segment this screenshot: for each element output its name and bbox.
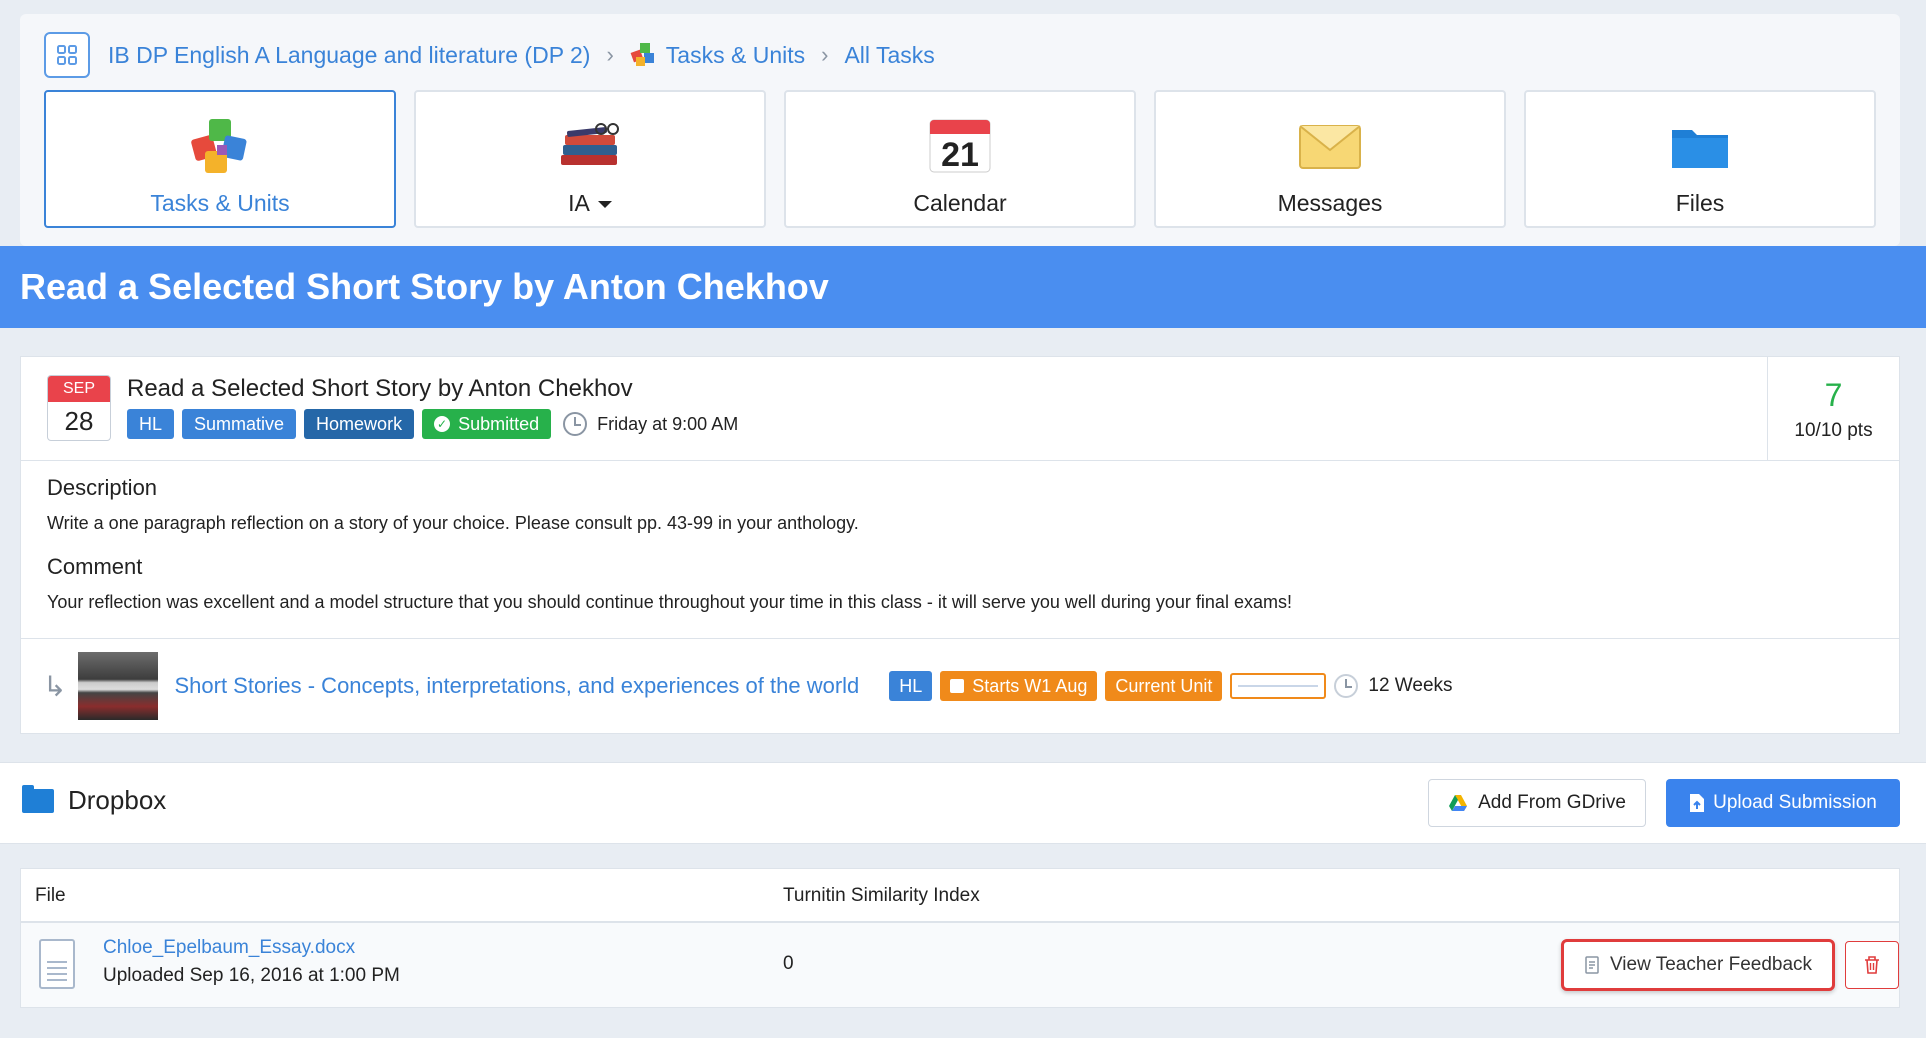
folder-icon [1672,130,1728,168]
check-circle-icon: ✓ [434,416,451,432]
score-points: 10/10 pts [1794,420,1873,441]
chevron-right-icon: › [606,42,614,67]
tile-ia[interactable]: IA [414,90,766,228]
course-nav-tiles: Tasks & Units IA 21 Calendar Messages Fi… [44,90,1876,228]
dropbox-table: File Turnitin Similarity Index Chloe_Epe… [20,868,1900,1008]
tag-submitted-label: Submitted [458,414,540,434]
unit-duration-text: 12 Weeks [1368,675,1453,696]
tile-tasks-units[interactable]: Tasks & Units [44,90,396,228]
tile-files[interactable]: Files [1524,90,1876,228]
task-header: SEP 28 Read a Selected Short Story by An… [21,357,1899,461]
upload-submission-button[interactable]: Upload Submission [1666,779,1900,827]
tile-label: Tasks & Units [150,190,290,216]
caret-down-icon [597,201,612,209]
puzzle-icon [630,43,654,66]
tile-label: Files [1675,190,1725,216]
due-day: 28 [64,406,94,436]
trash-icon [1865,956,1879,974]
tile-calendar[interactable]: 21 Calendar [784,90,1136,228]
tag-summative: Summative [182,409,297,439]
grid-icon [57,45,77,65]
feedback-label: View Teacher Feedback [1609,954,1813,975]
calendar-day: 21 [941,136,979,174]
feedback-doc-icon [1585,956,1599,974]
task-card: SEP 28 Read a Selected Short Story by An… [20,356,1900,734]
description-text: Write a one paragraph reflection on a st… [47,513,859,533]
clock-icon [563,412,588,436]
dropbox-title: Dropbox [68,785,167,815]
folder-icon [22,784,54,813]
tag-homework: Homework [304,409,415,439]
breadcrumb-section[interactable]: Tasks & Units [666,42,805,69]
breadcrumb-course[interactable]: IB DP English A Language and literature … [108,42,590,69]
unit-row: ↳ Short Stories - Concepts, interpretati… [21,639,1899,733]
description-heading: Description [47,475,158,500]
score-value: 7 [1824,377,1843,413]
unit-duration: 12 Weeks [1334,674,1453,698]
column-file: File [35,885,66,906]
unit-start-label: Starts W1 Aug [972,676,1088,696]
unit-thumbnail [78,652,159,720]
tile-label: Messages [1277,190,1383,216]
view-teacher-feedback-button[interactable]: View Teacher Feedback [1561,939,1835,991]
task-tags: HL Summative Homework ✓ Submitted Friday … [127,409,738,439]
apps-grid-button[interactable] [44,32,90,78]
due-time: Friday at 9:00 AM [563,412,738,436]
unit-tag-start: Starts W1 Aug [940,671,1098,701]
document-icon [39,939,75,989]
tile-messages[interactable]: Messages [1154,90,1506,228]
table-row: Chloe_Epelbaum_Essay.docx Uploaded Sep 1… [21,923,1899,1007]
due-date-badge: SEP 28 [47,375,111,441]
calendar-icon: 21 [929,119,991,174]
table-header: File Turnitin Similarity Index [21,869,1899,923]
google-drive-icon [1449,795,1468,811]
page-title: Read a Selected Short Story by Anton Che… [0,246,1926,328]
file-upload-icon [1690,794,1705,812]
unit-progress-bar [1230,673,1327,699]
comment-heading: Comment [47,554,143,579]
gdrive-label: Add From GDrive [1478,792,1626,813]
books-icon [561,123,619,165]
comment-text: Your reflection was excellent and a mode… [47,592,1292,612]
clock-icon [1334,674,1359,698]
turnitin-value: 0 [783,953,794,974]
unit-tag-status: Current Unit [1105,671,1223,701]
score-box: 7 10/10 pts [1767,357,1899,461]
dropbox-title-row: Dropbox [22,784,167,816]
puzzle-icon [191,119,247,173]
chevron-right-icon: › [821,42,829,67]
course-header-card: IB DP English A Language and literature … [20,14,1900,246]
calendar-small-icon [950,679,965,693]
upload-label: Upload Submission [1713,792,1877,813]
due-time-text: Friday at 9:00 AM [597,413,739,434]
task-body: Description Write a one paragraph reflec… [21,461,1899,639]
tile-label: Calendar [913,190,1007,216]
dropbox-header: Dropbox Add From GDrive Upload Submissio… [0,762,1926,844]
due-month: SEP [48,376,110,402]
tile-label: IA [568,190,590,216]
file-name-link[interactable]: Chloe_Epelbaum_Essay.docx [103,937,355,959]
file-uploaded-date: Uploaded Sep 16, 2016 at 1:00 PM [103,965,400,986]
envelope-icon [1299,125,1361,169]
breadcrumb: IB DP English A Language and literature … [44,32,935,78]
tag-submitted: ✓ Submitted [422,409,552,439]
tile-label-row: IA [568,190,612,217]
column-turnitin: Turnitin Similarity Index [783,885,980,906]
breadcrumb-page[interactable]: All Tasks [844,42,934,69]
add-from-gdrive-button[interactable]: Add From GDrive [1428,779,1646,827]
task-title: Read a Selected Short Story by Anton Che… [127,375,633,402]
delete-button[interactable] [1845,941,1899,989]
unit-title-link[interactable]: Short Stories - Concepts, interpretation… [174,673,859,699]
unit-tag-hl: HL [889,671,933,701]
return-arrow-icon: ↳ [43,670,67,702]
tag-hl: HL [127,409,175,439]
